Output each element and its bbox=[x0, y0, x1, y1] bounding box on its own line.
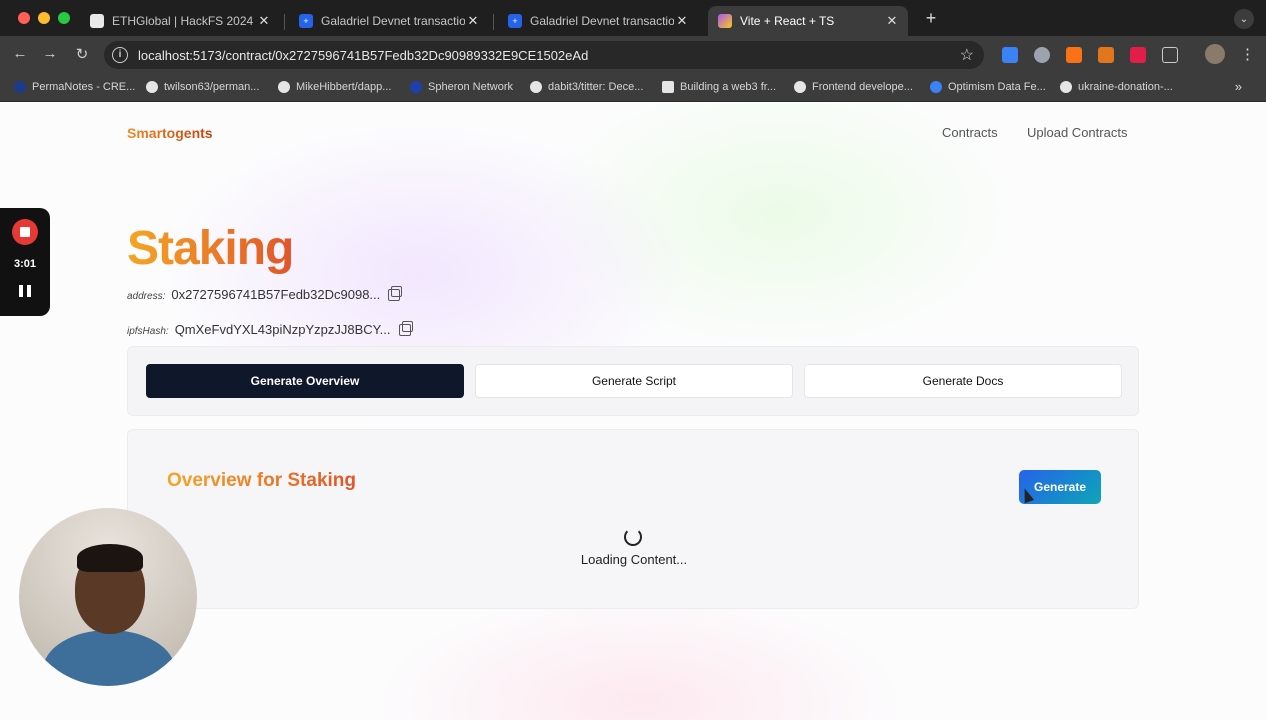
extension-icon[interactable] bbox=[1002, 47, 1018, 63]
generate-overview-button[interactable]: Generate Overview bbox=[146, 364, 464, 398]
bookmark-item[interactable]: dabit3/titter: Dece... bbox=[530, 81, 643, 93]
vite-icon bbox=[718, 14, 732, 28]
browser-tab-active[interactable]: Vite + React + TS ✕ bbox=[708, 6, 908, 36]
maximize-window-button[interactable] bbox=[58, 12, 70, 24]
generate-script-button[interactable]: Generate Script bbox=[475, 364, 793, 398]
metamask-icon[interactable] bbox=[1098, 47, 1114, 63]
close-tab-icon[interactable]: ✕ bbox=[884, 13, 900, 29]
recording-time: 3:01 bbox=[13, 258, 37, 270]
tab-title: ETHGlobal | HackFS 2024 bbox=[112, 14, 254, 28]
bookmark-label: Frontend develope... bbox=[812, 81, 913, 93]
bookmark-icon bbox=[14, 81, 26, 93]
medium-icon bbox=[794, 81, 806, 93]
site-info-icon[interactable]: i bbox=[112, 47, 128, 63]
galadriel-icon: + bbox=[299, 14, 313, 28]
extensions-puzzle-icon[interactable] bbox=[1162, 47, 1178, 63]
pause-recording-icon[interactable] bbox=[19, 285, 31, 297]
more-bookmarks-icon[interactable]: » bbox=[1235, 79, 1242, 94]
bookmark-star-icon[interactable]: ☆ bbox=[960, 45, 974, 65]
github-icon bbox=[1060, 81, 1072, 93]
bookmark-item[interactable]: PermaNotes - CRE... bbox=[14, 81, 135, 93]
ipfs-value: QmXeFvdYXL43piNzpYzpzJJ8BCY... bbox=[174, 322, 391, 337]
minimize-window-button[interactable] bbox=[38, 12, 50, 24]
bookmark-label: Spheron Network bbox=[428, 81, 513, 93]
bookmark-item[interactable]: Optimism Data Fe... bbox=[930, 81, 1046, 93]
address-bar[interactable]: i localhost:5173/contract/0x2727596741B5… bbox=[104, 41, 984, 69]
browser-toolbar: ← → ↻ i localhost:5173/contract/0x272759… bbox=[0, 36, 1266, 74]
tab-search-icon[interactable]: ⌄ bbox=[1234, 9, 1254, 29]
extension-icon[interactable] bbox=[1130, 47, 1146, 63]
bookmark-label: MikeHibbert/dapp... bbox=[296, 81, 392, 93]
reload-icon[interactable]: ↻ bbox=[72, 45, 92, 63]
ethglobal-icon bbox=[90, 14, 104, 28]
optimism-icon bbox=[930, 81, 942, 93]
bookmark-item[interactable]: Frontend develope... bbox=[794, 81, 913, 93]
bookmark-item[interactable]: twilson63/perman... bbox=[146, 81, 259, 93]
webcam-bubble bbox=[19, 508, 197, 686]
ipfs-row: ipfsHash: QmXeFvdYXL43piNzpYzpzJJ8BCY... bbox=[127, 321, 413, 337]
address-label: address: bbox=[127, 291, 166, 302]
bookmark-label: ukraine-donation-... bbox=[1078, 81, 1173, 93]
webcam-person-hair bbox=[77, 544, 143, 572]
browser-tab[interactable]: + Galadriel Devnet transaction ✕ bbox=[289, 6, 489, 36]
bookmark-label: dabit3/titter: Dece... bbox=[548, 81, 644, 93]
extension-icon[interactable] bbox=[1066, 47, 1082, 63]
page-title: Staking bbox=[127, 222, 294, 275]
forward-arrow-icon[interactable]: → bbox=[40, 45, 60, 62]
nav-contracts[interactable]: Contracts bbox=[942, 125, 998, 140]
close-tab-icon[interactable]: ✕ bbox=[256, 13, 272, 29]
generate-docs-button[interactable]: Generate Docs bbox=[804, 364, 1122, 398]
screen-recorder-widget: 3:01 bbox=[0, 208, 50, 316]
tab-separator bbox=[284, 14, 285, 30]
browser-tab[interactable]: ETHGlobal | HackFS 2024 ✕ bbox=[80, 6, 280, 36]
close-window-button[interactable] bbox=[18, 12, 30, 24]
tab-separator bbox=[493, 14, 494, 30]
close-tab-icon[interactable]: ✕ bbox=[674, 13, 690, 29]
github-icon bbox=[278, 81, 290, 93]
tab-title: Galadriel Devnet transaction bbox=[530, 14, 674, 28]
bookmark-item[interactable]: ukraine-donation-... bbox=[1060, 81, 1173, 93]
dev-icon bbox=[662, 81, 674, 93]
bookmark-item[interactable]: MikeHibbert/dapp... bbox=[278, 81, 391, 93]
bookmark-label: twilson63/perman... bbox=[164, 81, 260, 93]
loading-spinner-icon bbox=[624, 528, 642, 546]
overview-panel: Overview for Staking Generate Loading Co… bbox=[127, 429, 1139, 609]
ipfs-label: ipfsHash: bbox=[127, 326, 169, 337]
tab-title: Vite + React + TS bbox=[740, 14, 835, 28]
webcam-person-body bbox=[43, 630, 175, 686]
github-icon bbox=[530, 81, 542, 93]
close-tab-icon[interactable]: ✕ bbox=[465, 13, 481, 29]
copy-icon[interactable] bbox=[388, 286, 403, 301]
bookmark-label: Optimism Data Fe... bbox=[948, 81, 1046, 93]
url-text[interactable]: localhost:5173/contract/0x2727596741B57F… bbox=[138, 48, 588, 63]
address-row: address: 0x2727596741B57Fedb32Dc9098... bbox=[127, 286, 403, 302]
back-arrow-icon[interactable]: ← bbox=[10, 45, 30, 62]
bookmarks-bar: PermaNotes - CRE... twilson63/perman... … bbox=[0, 74, 1266, 102]
bookmark-label: Building a web3 fr... bbox=[680, 81, 777, 93]
galadriel-icon: + bbox=[508, 14, 522, 28]
spheron-icon bbox=[410, 81, 422, 93]
generate-button-bar: Generate Overview Generate Script Genera… bbox=[127, 346, 1139, 416]
brand-logo[interactable]: Smartogents bbox=[127, 125, 213, 141]
loading-text: Loading Content... bbox=[580, 552, 688, 567]
copy-icon[interactable] bbox=[398, 321, 413, 336]
stop-recording-icon[interactable] bbox=[12, 219, 38, 245]
overview-title: Overview for Staking bbox=[167, 470, 357, 491]
tab-title: Galadriel Devnet transaction bbox=[321, 14, 465, 28]
browser-menu-icon[interactable]: ⋮ bbox=[1240, 45, 1255, 63]
github-icon bbox=[146, 81, 158, 93]
profile-avatar[interactable] bbox=[1205, 44, 1225, 64]
bookmark-item[interactable]: Building a web3 fr... bbox=[662, 81, 776, 93]
nav-upload-contracts[interactable]: Upload Contracts bbox=[1027, 125, 1127, 140]
camera-extension-icon[interactable] bbox=[1034, 47, 1050, 63]
new-tab-icon[interactable]: + bbox=[922, 8, 940, 29]
address-value: 0x2727596741B57Fedb32Dc9098... bbox=[171, 287, 381, 302]
bookmark-label: PermaNotes - CRE... bbox=[32, 81, 136, 93]
browser-tab[interactable]: + Galadriel Devnet transaction ✕ bbox=[498, 6, 698, 36]
browser-tab-bar: ETHGlobal | HackFS 2024 ✕ + Galadriel De… bbox=[0, 0, 1266, 36]
bookmark-item[interactable]: Spheron Network bbox=[410, 81, 513, 93]
